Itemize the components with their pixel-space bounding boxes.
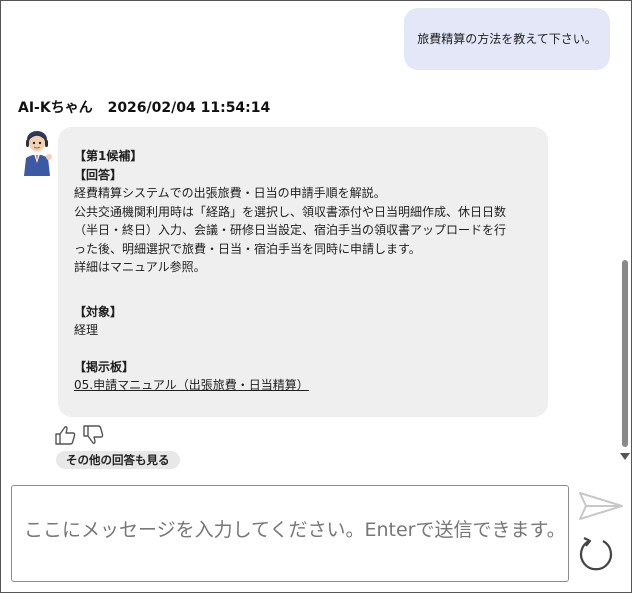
message-input[interactable]	[12, 486, 568, 581]
bot-avatar-icon	[24, 131, 52, 176]
candidate-heading: 【第1候補】	[74, 149, 143, 163]
user-message-text: 旅費精算の方法を教えて下さい。	[417, 32, 597, 46]
answer-line: 経費精算システムでの出張旅費・日当の申請手順を解説。	[74, 186, 386, 200]
thumbs-up-icon[interactable]	[54, 424, 78, 446]
target-heading: 【対象】	[74, 304, 123, 319]
user-message-bubble: 旅費精算の方法を教えて下さい。	[404, 8, 610, 70]
answer-heading: 【回答】	[74, 167, 123, 182]
answer-line: 詳細はマニュアル参照。	[74, 260, 206, 274]
chat-window: 旅費精算の方法を教えて下さい。 AI-Kちゃん 2026/02/04 11:54…	[0, 0, 632, 593]
board-heading: 【掲示板】	[74, 359, 135, 374]
chat-history: 旅費精算の方法を教えて下さい。 AI-Kちゃん 2026/02/04 11:54…	[2, 2, 618, 472]
message-input-box[interactable]	[11, 485, 569, 582]
bot-answer-bubble: 【第1候補】 【回答】 経費精算システムでの出張旅費・日当の申請手順を解説。 公…	[58, 127, 548, 417]
answer-line: った後、明細選択で旅費・日当・宿泊手当を同時に申請します。	[74, 241, 421, 256]
feedback-buttons	[54, 424, 106, 446]
answer-line: 公共交通機関利用時は「経路」を選択し、領収書添付や日当明細作成、休日日数	[74, 204, 507, 219]
scroll-down-arrow-icon[interactable]	[620, 453, 630, 460]
bot-name: AI-Kちゃん	[18, 100, 93, 116]
bot-message-header: AI-Kちゃん 2026/02/04 11:54:14	[18, 97, 270, 117]
message-timestamp: 2026/02/04 11:54:14	[107, 100, 271, 116]
manual-link[interactable]: 05.申請マニュアル（出張旅費・日当精算）	[74, 378, 309, 392]
target-value: 経理	[74, 323, 99, 337]
chat-scrollbar[interactable]	[618, 2, 631, 472]
more-answers-button[interactable]: その他の回答も見る	[56, 451, 180, 469]
thumbs-down-icon[interactable]	[82, 424, 106, 446]
answer-line: （半日・終日）入力、会議・研修日当設定、宿泊手当の領収書アップロードを行	[74, 223, 507, 237]
scroll-thumb[interactable]	[622, 260, 628, 447]
refresh-icon[interactable]	[577, 535, 615, 573]
send-icon[interactable]	[577, 489, 625, 523]
